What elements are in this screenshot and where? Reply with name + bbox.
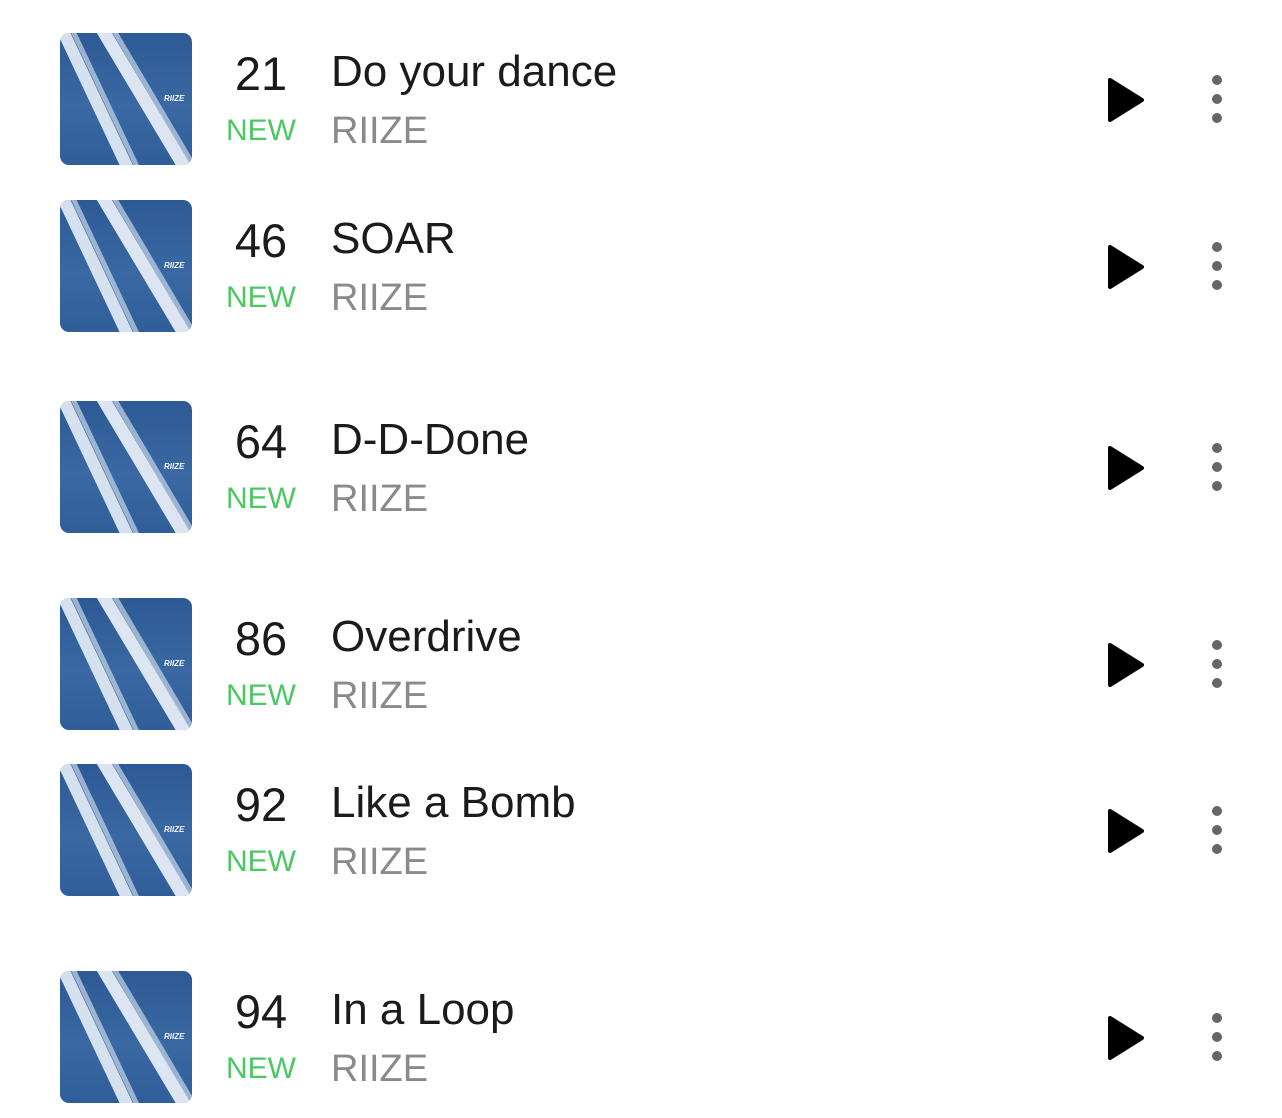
new-badge: NEW bbox=[226, 845, 296, 878]
artist-name[interactable]: RIIZE bbox=[331, 1047, 428, 1091]
more-options-button[interactable] bbox=[1198, 1007, 1236, 1067]
chart-rank: 86 bbox=[234, 612, 288, 665]
artist-name[interactable]: RIIZE bbox=[331, 674, 428, 718]
contrail-artwork: RIIZE bbox=[60, 401, 192, 533]
play-icon bbox=[1108, 446, 1144, 490]
track-row[interactable]: RIIZE 92 NEW Like a Bomb RIIZE bbox=[0, 764, 1282, 896]
new-badge: NEW bbox=[226, 114, 296, 147]
cover-logo: RIIZE bbox=[164, 261, 185, 270]
more-options-button[interactable] bbox=[1198, 69, 1236, 129]
play-icon bbox=[1108, 78, 1144, 122]
contrail-artwork: RIIZE bbox=[60, 971, 192, 1103]
new-badge: NEW bbox=[226, 482, 296, 515]
chart-rank: 92 bbox=[234, 778, 288, 831]
more-vertical-icon bbox=[1212, 1013, 1222, 1061]
play-icon bbox=[1108, 245, 1144, 289]
play-button[interactable] bbox=[1098, 804, 1152, 858]
more-vertical-icon bbox=[1212, 443, 1222, 491]
album-cover[interactable]: RIIZE bbox=[60, 971, 192, 1103]
play-icon bbox=[1108, 1016, 1144, 1060]
chart-rank: 46 bbox=[234, 214, 288, 267]
album-cover[interactable]: RIIZE bbox=[60, 598, 192, 730]
contrail-artwork: RIIZE bbox=[60, 598, 192, 730]
track-title[interactable]: Like a Bomb bbox=[331, 776, 576, 830]
track-row[interactable]: RIIZE 64 NEW D-D-Done RIIZE bbox=[0, 401, 1282, 533]
chart-rank: 94 bbox=[234, 985, 288, 1038]
track-row[interactable]: RIIZE 86 NEW Overdrive RIIZE bbox=[0, 598, 1282, 730]
play-icon bbox=[1108, 643, 1144, 687]
more-options-button[interactable] bbox=[1198, 437, 1236, 497]
cover-logo: RIIZE bbox=[164, 462, 185, 471]
play-button[interactable] bbox=[1098, 638, 1152, 692]
album-cover[interactable]: RIIZE bbox=[60, 33, 192, 165]
album-cover[interactable]: RIIZE bbox=[60, 764, 192, 896]
contrail-artwork: RIIZE bbox=[60, 200, 192, 332]
track-title[interactable]: Do your dance bbox=[331, 45, 617, 99]
contrail-artwork: RIIZE bbox=[60, 764, 192, 896]
more-vertical-icon bbox=[1212, 806, 1222, 854]
play-button[interactable] bbox=[1098, 73, 1152, 127]
play-button[interactable] bbox=[1098, 441, 1152, 495]
track-title[interactable]: In a Loop bbox=[331, 983, 515, 1037]
track-row[interactable]: RIIZE 46 NEW SOAR RIIZE bbox=[0, 200, 1282, 332]
new-badge: NEW bbox=[226, 1052, 296, 1085]
more-options-button[interactable] bbox=[1198, 634, 1236, 694]
track-title[interactable]: SOAR bbox=[331, 212, 456, 266]
track-row[interactable]: RIIZE 21 NEW Do your dance RIIZE bbox=[0, 33, 1282, 165]
more-options-button[interactable] bbox=[1198, 236, 1236, 296]
track-title[interactable]: D-D-Done bbox=[331, 413, 529, 467]
cover-logo: RIIZE bbox=[164, 825, 185, 834]
cover-logo: RIIZE bbox=[164, 1032, 185, 1041]
contrail-artwork: RIIZE bbox=[60, 33, 192, 165]
track-row[interactable]: RIIZE 94 NEW In a Loop RIIZE bbox=[0, 971, 1282, 1103]
chart-rank: 64 bbox=[234, 415, 288, 468]
artist-name[interactable]: RIIZE bbox=[331, 276, 428, 320]
artist-name[interactable]: RIIZE bbox=[331, 109, 428, 153]
more-vertical-icon bbox=[1212, 640, 1222, 688]
track-title[interactable]: Overdrive bbox=[331, 610, 522, 664]
play-icon bbox=[1108, 809, 1144, 853]
album-cover[interactable]: RIIZE bbox=[60, 200, 192, 332]
new-badge: NEW bbox=[226, 281, 296, 314]
more-vertical-icon bbox=[1212, 75, 1222, 123]
album-cover[interactable]: RIIZE bbox=[60, 401, 192, 533]
chart-rank: 21 bbox=[234, 47, 288, 100]
play-button[interactable] bbox=[1098, 240, 1152, 294]
artist-name[interactable]: RIIZE bbox=[331, 840, 428, 884]
play-button[interactable] bbox=[1098, 1011, 1152, 1065]
cover-logo: RIIZE bbox=[164, 94, 185, 103]
cover-logo: RIIZE bbox=[164, 659, 185, 668]
more-options-button[interactable] bbox=[1198, 800, 1236, 860]
new-badge: NEW bbox=[226, 679, 296, 712]
more-vertical-icon bbox=[1212, 242, 1222, 290]
artist-name[interactable]: RIIZE bbox=[331, 477, 428, 521]
